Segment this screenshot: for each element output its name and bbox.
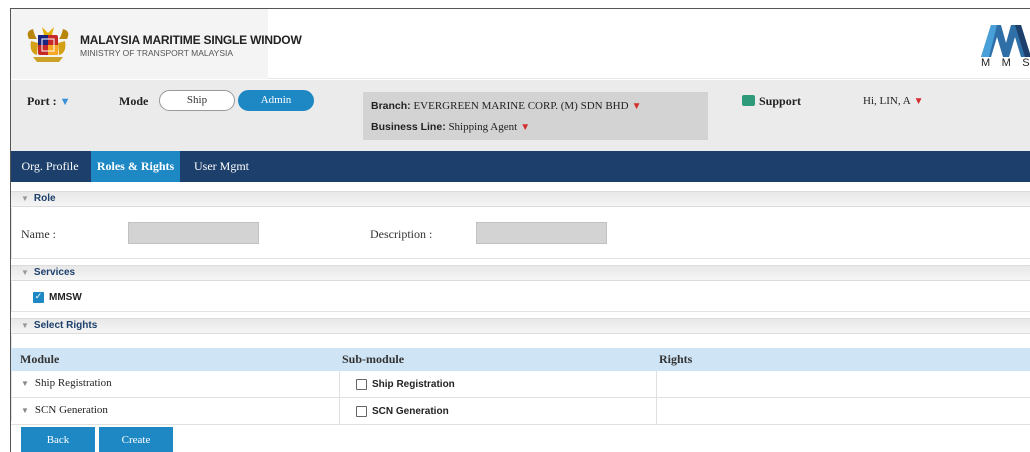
app-header: MALAYSIA MARITIME SINGLE WINDOW MINISTRY… <box>11 9 1030 79</box>
rights-table-header: Module Sub-module Rights <box>11 348 1030 371</box>
collapse-icon[interactable]: ▼ <box>21 194 29 203</box>
expand-icon[interactable]: ▼ <box>21 406 29 415</box>
module-cell[interactable]: ▼ Ship Registration <box>21 377 112 389</box>
submodule-checkbox[interactable] <box>356 379 367 390</box>
branch-panel: Branch: EVERGREEN MARINE CORP. (M) SDN B… <box>363 92 708 140</box>
name-label: Name : <box>21 227 56 241</box>
caret-down-icon[interactable]: ▼ <box>520 122 530 133</box>
collapse-icon[interactable]: ▼ <box>21 268 29 277</box>
select-rights-section-title: Select Rights <box>33 320 98 331</box>
table-row: ▼ SCN Generation SCN Generation <box>11 398 1030 425</box>
support-label: Support <box>759 94 802 108</box>
business-line-label: Business Line: <box>371 121 446 133</box>
brand-block: MALAYSIA MARITIME SINGLE WINDOW MINISTRY… <box>11 9 302 79</box>
create-button[interactable]: Create <box>99 427 173 452</box>
control-bar: Port : ▼ Mode Ship Admin Branch: EVERGREE… <box>11 80 1030 151</box>
column-header-rights: Rights <box>659 352 693 366</box>
caret-down-icon[interactable]: ▼ <box>632 101 642 112</box>
business-line-value: Shipping Agent <box>448 121 518 133</box>
mmsw-service-label: MMSW <box>49 292 82 303</box>
user-greeting: Hi, LIN, A <box>863 95 911 107</box>
malaysia-crest-icon <box>27 27 69 62</box>
role-section-header[interactable]: ▼ Role <box>11 191 1030 207</box>
column-divider <box>656 371 657 398</box>
back-button[interactable]: Back <box>21 427 95 452</box>
mmsw-checkbox[interactable]: ✓ <box>33 292 44 303</box>
expand-icon[interactable]: ▼ <box>21 379 29 388</box>
mmsw-caption: M M S W <box>981 57 1030 69</box>
module-name: Ship Registration <box>34 377 112 389</box>
role-section-title: Role <box>33 193 56 204</box>
port-label: Port : <box>27 94 57 108</box>
support-icon <box>742 95 755 106</box>
role-section-body: Name : Description : <box>11 208 1030 259</box>
column-header-module: Module <box>20 352 60 366</box>
collapse-icon[interactable]: ▼ <box>21 321 29 330</box>
business-line-selector[interactable]: Business Line: Shipping Agent ▼ <box>371 121 530 133</box>
tab-roles-rights[interactable]: Roles & Rights <box>91 151 180 182</box>
caret-down-icon[interactable]: ▼ <box>914 96 924 107</box>
mode-admin-button[interactable]: Admin <box>238 90 314 111</box>
app-subtitle: MINISTRY OF TRANSPORT MALAYSIA <box>80 48 234 58</box>
main-nav: Org. Profile Roles & Rights User Mgmt <box>11 151 1030 182</box>
submodule-name: SCN Generation <box>372 406 449 417</box>
table-row: ▼ Ship Registration Ship Registration <box>11 371 1030 398</box>
services-section-title: Services <box>33 267 76 278</box>
branch-label: Branch: <box>371 100 411 112</box>
services-section-header[interactable]: ▼ Services <box>11 265 1030 281</box>
user-menu[interactable]: Hi, LIN, A ▼ <box>863 95 924 107</box>
column-divider <box>339 371 340 398</box>
support-link[interactable]: Support <box>742 94 801 109</box>
select-rights-section-header[interactable]: ▼ Select Rights <box>11 318 1030 334</box>
column-divider <box>656 398 657 425</box>
column-header-submodule: Sub-module <box>342 352 405 366</box>
description-label: Description : <box>370 227 433 241</box>
services-section-body: ✓ MMSW <box>11 282 1030 312</box>
mode-ship-button[interactable]: Ship <box>159 90 235 111</box>
mode-label: Mode <box>119 94 149 108</box>
branch-selector[interactable]: Branch: EVERGREEN MARINE CORP. (M) SDN B… <box>371 100 641 112</box>
submodule-checkbox[interactable] <box>356 406 367 417</box>
module-cell[interactable]: ▼ SCN Generation <box>21 404 108 416</box>
module-name: SCN Generation <box>34 404 108 416</box>
caret-down-icon[interactable]: ▼ <box>60 96 71 108</box>
description-input[interactable] <box>476 222 607 244</box>
tab-user-mgmt[interactable]: User Mgmt <box>184 151 259 182</box>
tab-org-profile[interactable]: Org. Profile <box>11 151 89 182</box>
name-input[interactable] <box>128 222 259 244</box>
app-frame: MALAYSIA MARITIME SINGLE WINDOW MINISTRY… <box>10 8 1030 452</box>
branch-value: EVERGREEN MARINE CORP. (M) SDN BHD <box>413 100 629 112</box>
port-selector[interactable]: Port : ▼ <box>27 94 71 109</box>
submodule-name: Ship Registration <box>372 379 455 390</box>
app-title: MALAYSIA MARITIME SINGLE WINDOW <box>80 33 302 47</box>
column-divider <box>339 398 340 425</box>
